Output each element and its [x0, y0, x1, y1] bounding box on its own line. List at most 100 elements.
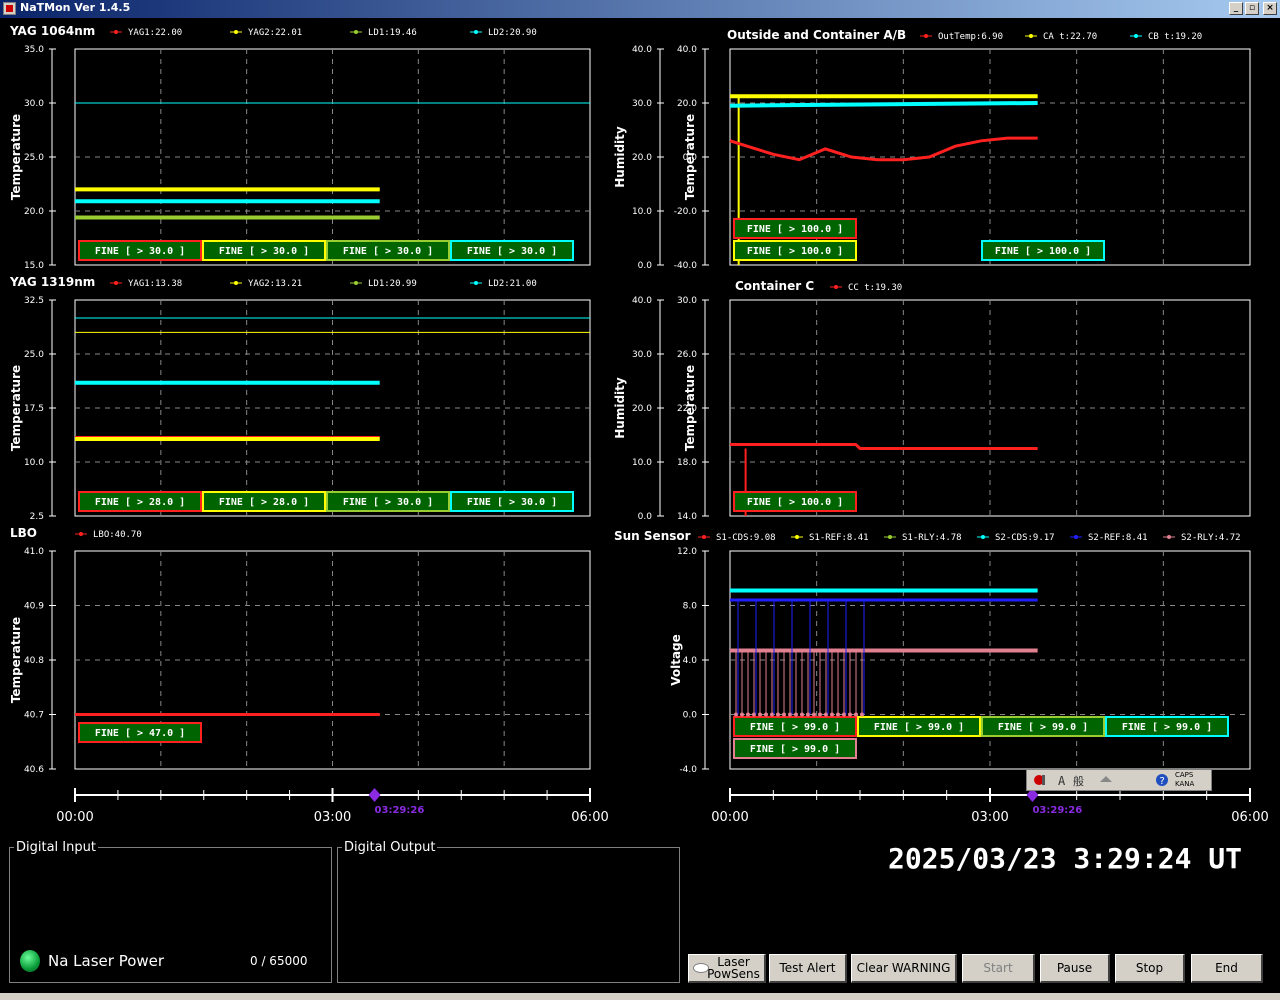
- legend-entry: S1-CDS:9.08: [716, 533, 776, 543]
- fine-status-label: FINE [ > 30.0 ]: [219, 246, 309, 257]
- time-tick-label: 03:00: [314, 810, 351, 825]
- title-bar: NaTMon Ver 1.4.5 _ ▫ ×: [0, 0, 1280, 18]
- window-title: NaTMon Ver 1.4.5: [20, 1, 131, 14]
- panel-containerc: Container C CC t:19.3030.026.022.018.014.…: [613, 279, 1251, 522]
- pulse-dot: [830, 712, 834, 717]
- ime-pen-icon[interactable]: [1033, 773, 1047, 787]
- y-axis-title: Temperature: [9, 365, 23, 451]
- legend-entry: CB t:19.20: [1148, 32, 1202, 42]
- pulse-dot: [764, 712, 768, 717]
- panel-yag1064: YAG 1064nm YAG1:22.00 YAG2:22.01 LD1:19.46 L…: [9, 24, 591, 271]
- app-icon[interactable]: [3, 2, 16, 15]
- legend-dot: [79, 532, 83, 536]
- y-tick-label: 12.0: [677, 547, 697, 557]
- legend-entry: YAG1:13.38: [128, 279, 182, 289]
- panel-outside: Outside and Container A/B OutTemp:6.90 CA …: [613, 28, 1251, 271]
- ime-mode-icon[interactable]: A: [1057, 773, 1071, 787]
- pause-button[interactable]: Pause: [1040, 954, 1110, 983]
- y-tick-label: 8.0: [683, 602, 698, 612]
- digital-output-group: Digital Output: [337, 840, 680, 983]
- legend-dot: [474, 30, 478, 34]
- pulse-dot: [854, 712, 858, 717]
- legend-dot: [888, 535, 892, 539]
- legend-entry: LD2:21.00: [488, 279, 537, 289]
- legend-entry: CC t:19.30: [848, 283, 902, 293]
- legend-dot: [354, 281, 358, 285]
- fine-status-label: FINE [ > 28.0 ]: [95, 497, 185, 508]
- legend-dot: [1029, 34, 1033, 38]
- y-tick-label: -20.0: [674, 207, 698, 217]
- help-icon[interactable]: ?: [1155, 773, 1169, 787]
- y-tick-label: 40.0: [677, 45, 697, 55]
- panel-title: Sun Sensor: [614, 529, 691, 543]
- stop-button[interactable]: Stop: [1115, 954, 1185, 983]
- fine-status-label: FINE [ > 100.0 ]: [747, 497, 843, 508]
- fine-status-label: FINE [ > 99.0 ]: [874, 722, 964, 733]
- svg-text:A: A: [1058, 774, 1066, 787]
- maximize-icon[interactable]: ▫: [1245, 2, 1259, 15]
- legend-entry: S2-CDS:9.17: [995, 533, 1055, 543]
- legend-dot: [795, 535, 799, 539]
- ime-toolbar[interactable]: A 般 ? CAPS KANA: [1026, 769, 1212, 791]
- y2-tick-label: 10.0: [632, 207, 652, 217]
- legend-dot: [1167, 535, 1171, 539]
- y-tick-label: 25.0: [24, 153, 44, 163]
- y2-tick-label: 0.0: [638, 261, 653, 271]
- svg-text:般: 般: [1073, 775, 1084, 787]
- time-marker-icon: [368, 788, 381, 802]
- legend-dot: [474, 281, 478, 285]
- pulse-dot: [788, 712, 792, 717]
- fine-status-label: FINE [ > 100.0 ]: [747, 224, 843, 235]
- y-tick-label: 15.0: [24, 261, 44, 271]
- legend-entry: S2-RLY:4.72: [1181, 533, 1241, 543]
- y-axis-title: Voltage: [669, 634, 683, 686]
- y-tick-label: 2.5: [30, 512, 44, 522]
- pulse-dot: [836, 712, 840, 717]
- legend-entry: OutTemp:6.90: [938, 32, 1003, 42]
- laser-powsens-toggle[interactable]: Laser PowSens: [688, 954, 766, 983]
- start-button[interactable]: Start: [962, 954, 1035, 983]
- legend-entry: S1-RLY:4.78: [902, 533, 962, 543]
- ime-tool-icon[interactable]: [1099, 773, 1113, 787]
- pulse-dot: [860, 712, 864, 717]
- na-laser-power-label: Na Laser Power: [48, 952, 165, 970]
- y-axis-title: Temperature: [683, 114, 697, 200]
- legend-dot: [834, 285, 838, 289]
- y-tick-label: 32.5: [24, 296, 44, 306]
- legend-dot: [114, 281, 118, 285]
- y2-tick-label: 40.0: [632, 45, 652, 55]
- panel-title: LBO: [10, 526, 37, 540]
- svg-text:?: ?: [1159, 776, 1165, 787]
- pulse-dot: [758, 712, 762, 717]
- pulse-dot: [812, 712, 816, 717]
- y-tick-label: 30.0: [677, 296, 697, 306]
- y-tick-label: -4.0: [679, 765, 697, 775]
- y-tick-label: 40.6: [24, 765, 44, 775]
- laser-power-counter: 0 / 65000: [250, 954, 308, 968]
- test-alert-button[interactable]: Test Alert: [769, 954, 847, 983]
- panel-title: YAG 1319nm: [9, 275, 95, 289]
- close-icon[interactable]: ×: [1263, 2, 1277, 15]
- y-axis-title: Temperature: [9, 617, 23, 703]
- fine-status-label: FINE [ > 99.0 ]: [1122, 722, 1212, 733]
- panel-title: YAG 1064nm: [9, 24, 95, 38]
- fine-status-label: FINE [ > 28.0 ]: [219, 497, 309, 508]
- y-tick-label: 14.0: [677, 512, 697, 522]
- legend-dot: [924, 34, 928, 38]
- ime-dictionary-icon[interactable]: 般: [1073, 773, 1087, 787]
- clear-warning-button[interactable]: Clear WARNING: [851, 954, 957, 983]
- utc-clock: 2025/03/23 3:29:24 UT: [888, 842, 1243, 875]
- y-tick-label: -40.0: [674, 261, 698, 271]
- legend-entry: LD1:20.99: [368, 279, 417, 289]
- end-button[interactable]: End: [1191, 954, 1263, 983]
- status-strip: [0, 993, 1280, 1000]
- fine-status-label: FINE [ > 100.0 ]: [995, 246, 1091, 257]
- fine-status-label: FINE [ > 99.0 ]: [750, 722, 840, 733]
- pulse-dot: [806, 712, 810, 717]
- time-marker-label: 03:29:26: [375, 805, 425, 816]
- legend-entry: S2-REF:8.41: [1088, 533, 1148, 543]
- laser-powsens-radio[interactable]: [693, 963, 709, 973]
- fine-status-label: FINE [ > 99.0 ]: [750, 744, 840, 755]
- minimize-icon[interactable]: _: [1229, 2, 1243, 15]
- pulse-dot: [770, 712, 774, 717]
